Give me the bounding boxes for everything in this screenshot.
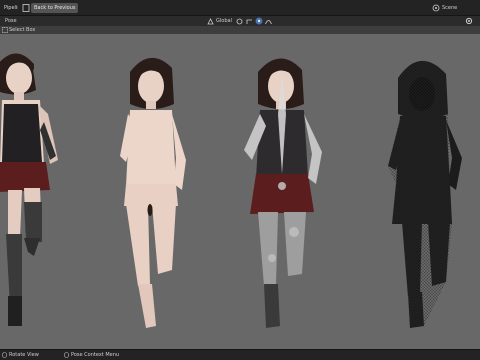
proportional-edit-icon[interactable]: [255, 17, 263, 25]
status-hint-right: Pose Context Menu: [71, 352, 120, 358]
character-skin[interactable]: [120, 57, 186, 328]
file-icon[interactable]: [22, 4, 30, 12]
transform-orientation-dropdown[interactable]: Global: [216, 16, 232, 26]
tool-settings-bar: Select Box: [0, 26, 480, 34]
pivot-icon[interactable]: [236, 18, 243, 25]
scene-label[interactable]: Scene: [442, 3, 457, 13]
mouse-icon: [2, 352, 7, 358]
orientation-icon[interactable]: [207, 18, 214, 25]
3d-viewport[interactable]: [0, 34, 480, 349]
workspace-tab[interactable]: Pipeline: [4, 3, 18, 13]
viewport-header: Pose Global: [0, 16, 480, 26]
character-rig[interactable]: [244, 58, 322, 328]
select-box-dropdown[interactable]: Select Box: [9, 26, 35, 34]
back-to-previous-button[interactable]: Back to Previous: [31, 3, 79, 13]
top-bar: Pipeline Back to Previous Scene: [0, 0, 480, 16]
mode-dropdown[interactable]: Pose: [5, 16, 17, 26]
select-box-icon[interactable]: [2, 27, 8, 33]
snap-icon[interactable]: [246, 18, 253, 25]
status-bar: Rotate View Pose Context Menu: [0, 349, 480, 360]
status-hint-left: Rotate View: [9, 352, 39, 358]
mouse-right-icon: [64, 352, 69, 358]
character-textured[interactable]: [0, 53, 58, 326]
viewport-settings-icon[interactable]: [465, 17, 473, 25]
character-wireframe[interactable]: [388, 60, 462, 328]
scene-icon[interactable]: [432, 4, 440, 12]
proportional-falloff-icon[interactable]: [265, 18, 272, 25]
viewport-canvas[interactable]: [0, 34, 480, 349]
